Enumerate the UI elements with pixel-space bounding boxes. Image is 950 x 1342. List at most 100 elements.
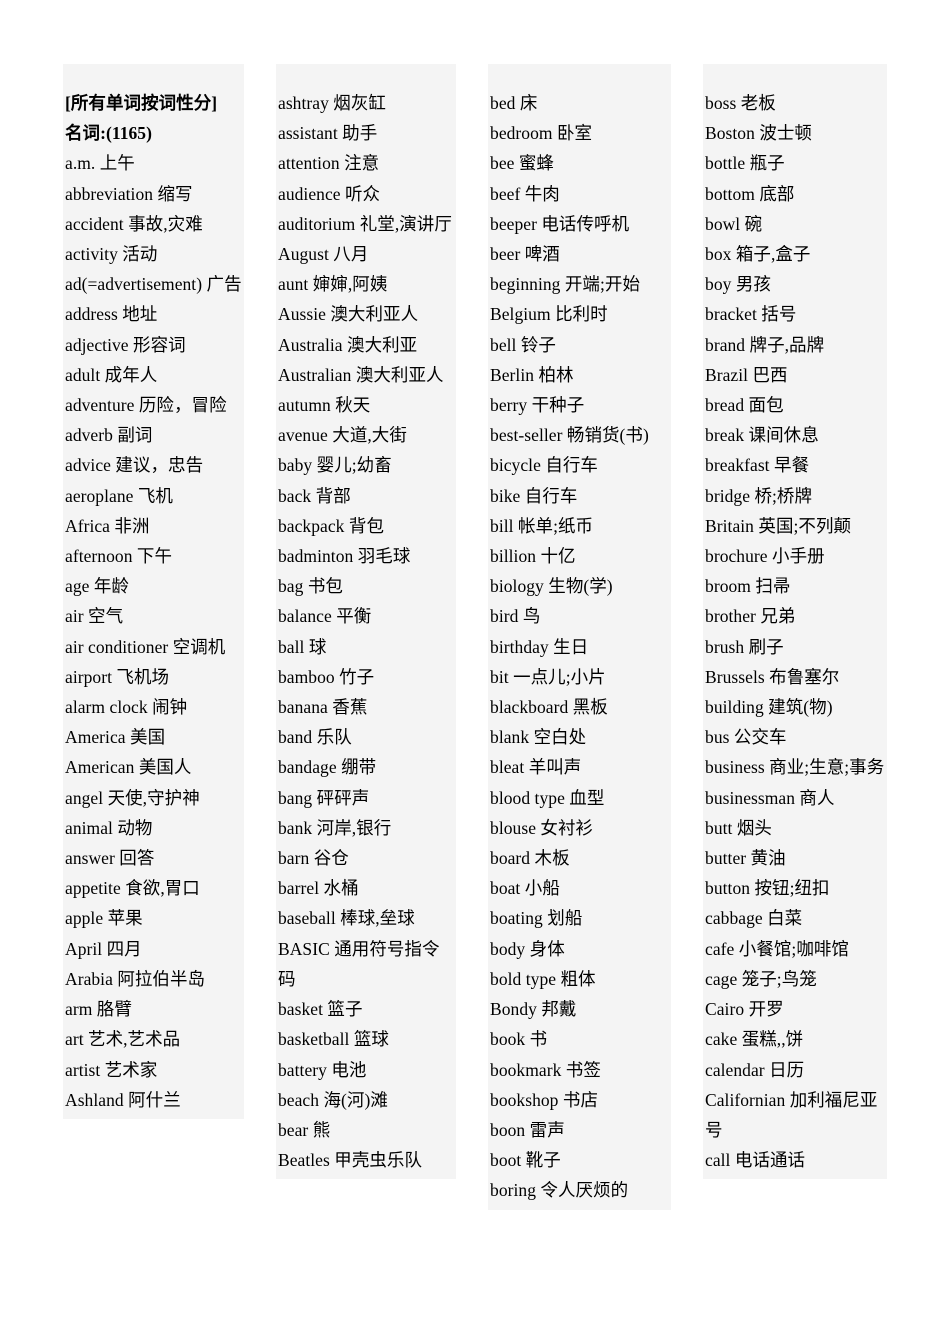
word-entry: autumn 秋天 — [278, 395, 371, 416]
word-list-columns: [所有单词按词性分] 名词:(1165) a.m. 上午 abbreviation… — [63, 64, 887, 1210]
word-entry: bowl 碗 — [705, 213, 763, 234]
word-entry: abbreviation 缩写 — [65, 183, 193, 204]
word-entry: August 八月 — [278, 244, 369, 265]
word-entry: adult 成年人 — [65, 364, 158, 385]
word-entry: book 书 — [490, 1029, 548, 1050]
page-root: [所有单词按词性分] 名词:(1165) a.m. 上午 abbreviation… — [0, 0, 950, 1342]
word-entry: April 四月 — [65, 938, 142, 959]
word-entry: break 课间休息 — [705, 425, 819, 446]
word-entry: Aussie 澳大利亚人 — [278, 304, 419, 325]
word-entry: cabbage 白菜 — [705, 908, 803, 929]
word-entry: calendar 日历 — [705, 1059, 805, 1080]
word-entry: building 建筑(物) — [705, 697, 833, 718]
word-entry: animal 动物 — [65, 817, 153, 838]
column-2-entries: ashtray 烟灰缸 assistant 助手 attention 注意 audie… — [278, 88, 455, 1175]
word-entry: appetite 食欲,胃口 — [65, 878, 200, 899]
word-entry: blackboard 黑板 — [490, 697, 608, 718]
word-entry: art 艺术,艺术品 — [65, 1029, 181, 1050]
word-entry: bleat 羊叫声 — [490, 757, 582, 778]
word-entry: Africa 非洲 — [65, 515, 150, 536]
word-entry: Berlin 柏林 — [490, 364, 574, 385]
word-entry: band 乐队 — [278, 727, 352, 748]
word-entry: Californian 加利福尼亚号 — [705, 1089, 878, 1140]
word-entry: boy 男孩 — [705, 274, 771, 295]
word-entry: business 商业;生意;事务 — [705, 757, 885, 778]
word-entry: American 美国人 — [65, 757, 192, 778]
word-entry: bee 蜜蜂 — [490, 153, 554, 174]
word-entry: beer 啤酒 — [490, 244, 560, 265]
word-entry: beginning 开端;开始 — [490, 274, 640, 295]
word-entry: audience 听众 — [278, 183, 381, 204]
word-entry: cafe 小餐馆;咖啡馆 — [705, 938, 849, 959]
word-entry: brochure 小手册 — [705, 546, 825, 567]
word-entry: brand 牌子,品牌 — [705, 334, 825, 355]
word-entry: broom 扫帚 — [705, 576, 791, 597]
word-column-3: bed 床 bedroom 卧室 bee 蜜蜂 beef 牛肉 beeper 电话传呼机… — [488, 64, 672, 1210]
word-column-1: [所有单词按词性分] 名词:(1165) a.m. 上午 abbreviation… — [63, 64, 244, 1119]
word-entry: brush 刷子 — [705, 636, 784, 657]
word-entry: banana 香蕉 — [278, 697, 368, 718]
word-entry: accident 事故,灾难 — [65, 213, 203, 234]
word-entry: ashtray 烟灰缸 — [278, 93, 386, 113]
word-entry: Britain 英国;不列颠 — [705, 515, 852, 536]
word-entry: berry 干种子 — [490, 395, 585, 416]
word-entry: arm 胳臂 — [65, 999, 132, 1020]
word-entry: bottom 底部 — [705, 183, 795, 204]
word-entry: bike 自行车 — [490, 485, 578, 506]
word-entry: air conditioner 空调机 — [65, 636, 226, 657]
word-entry: apple 苹果 — [65, 908, 143, 929]
word-entry: advice 建议，忠告 — [65, 455, 204, 476]
word-entry: brother 兄弟 — [705, 606, 796, 627]
word-entry: a.m. 上午 — [65, 153, 135, 174]
word-entry: ad(=advertisement) 广告 — [65, 274, 242, 295]
word-entry: bookmark 书签 — [490, 1059, 601, 1080]
word-entry: blood type 血型 — [490, 787, 605, 808]
word-entry: boot 靴子 — [490, 1150, 561, 1171]
word-entry: answer 回答 — [65, 848, 155, 869]
word-entry: bread 面包 — [705, 395, 784, 416]
word-entry: afternoon 下午 — [65, 546, 173, 567]
word-entry: bookshop 书店 — [490, 1089, 599, 1110]
word-entry: bank 河岸,银行 — [278, 817, 392, 838]
column-4-top-spacer — [705, 64, 886, 88]
word-entry: baby 婴儿;幼畜 — [278, 455, 392, 476]
word-column-4: boss 老板 Boston 波士顿 bottle 瓶子 bottom 底部 bowl … — [703, 64, 887, 1180]
word-entry: airport 飞机场 — [65, 666, 170, 687]
word-entry: breakfast 早餐 — [705, 455, 810, 476]
word-entry: bold type 粗体 — [490, 968, 596, 989]
word-entry: bill 帐单;纸币 — [490, 515, 594, 536]
word-entry: age 年龄 — [65, 576, 129, 597]
word-entry: Cairo 开罗 — [705, 999, 784, 1020]
word-entry: butt 烟头 — [705, 817, 772, 838]
word-entry: Arabia 阿拉伯半岛 — [65, 968, 206, 989]
word-entry: Brussels 布鲁塞尔 — [705, 666, 840, 687]
word-entry: bear 熊 — [278, 1119, 331, 1140]
word-entry: bicycle 自行车 — [490, 455, 598, 476]
word-entry: billion 十亿 — [490, 546, 576, 567]
word-entry: air 空气 — [65, 606, 124, 627]
word-entry: boon 雷声 — [490, 1119, 565, 1140]
word-entry: board 木板 — [490, 848, 570, 869]
word-entry: adventure 历险，冒险 — [65, 395, 227, 416]
word-entry: battery 电池 — [278, 1059, 367, 1080]
word-entry: ball 球 — [278, 636, 327, 657]
column-1-entries: a.m. 上午 abbreviation 缩写 accident 事故,灾难 acti… — [65, 148, 243, 1115]
column-2-top-spacer — [278, 64, 455, 88]
column-1-top-spacer — [65, 64, 243, 88]
word-entry: Boston 波士顿 — [705, 123, 812, 144]
word-entry: Australia 澳大利亚 — [278, 334, 418, 355]
word-entry: beach 海(河)滩 — [278, 1089, 388, 1110]
word-entry: avenue 大道,大街 — [278, 425, 407, 446]
word-entry: bandage 绷带 — [278, 757, 377, 778]
word-entry: bamboo 竹子 — [278, 666, 375, 687]
word-entry: best-seller 畅销货(书) — [490, 425, 649, 446]
word-entry: barrel 水桶 — [278, 878, 359, 899]
word-entry: bottle 瓶子 — [705, 153, 785, 174]
word-entry: artist 艺术家 — [65, 1059, 158, 1080]
word-entry: address 地址 — [65, 304, 158, 325]
word-entry: call 电话通话 — [705, 1150, 806, 1171]
word-entry: body 身体 — [490, 938, 565, 959]
word-entry: beeper 电话传呼机 — [490, 213, 630, 234]
word-entry: cake 蛋糕,,饼 — [705, 1029, 804, 1050]
word-entry: bracket 括号 — [705, 304, 797, 325]
